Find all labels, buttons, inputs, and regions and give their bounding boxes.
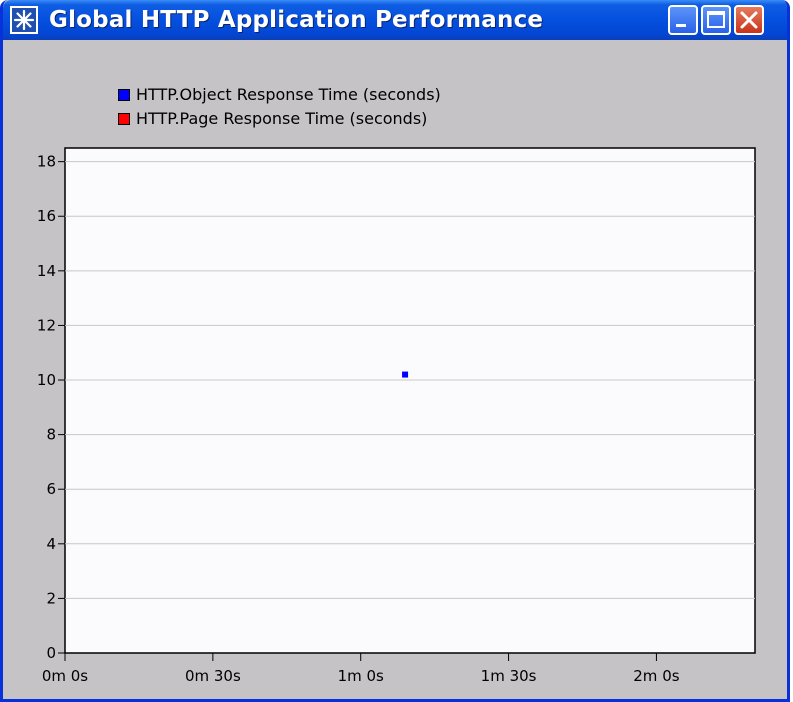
y-tick-label: 0 — [46, 644, 56, 662]
y-tick-label: 4 — [46, 535, 56, 553]
x-tick-label: 2m 0s — [633, 667, 679, 685]
y-tick-label: 12 — [37, 316, 56, 334]
x-tick-label: 0m 0s — [42, 667, 88, 685]
y-tick-label: 18 — [37, 153, 56, 171]
chart-svg: 0 2 4 6 8 10 12 14 16 18 0m 0s 0m 30s 1m 0s 1m 30s 2m… — [37, 147, 756, 685]
plot-area — [64, 147, 756, 654]
chart-window: Global HTTP Application Performance HTTP… — [0, 0, 790, 702]
x-tick-label: 0m 30s — [185, 667, 241, 685]
x-axis: 0m 0s 0m 30s 1m 0s 1m 30s 2m 0s — [42, 653, 680, 685]
y-axis: 0 2 4 6 8 10 12 14 16 18 — [37, 153, 65, 662]
y-tick-label: 6 — [46, 480, 56, 498]
y-tick-label: 14 — [37, 262, 56, 280]
x-tick-label: 1m 30s — [481, 667, 537, 685]
y-tick-label: 8 — [46, 426, 56, 444]
y-tick-label: 2 — [46, 589, 56, 607]
data-point-series-0-0 — [402, 371, 409, 378]
y-tick-label: 10 — [37, 371, 56, 389]
data-points — [402, 371, 409, 378]
y-tick-label: 16 — [37, 207, 56, 225]
x-tick-label: 1m 0s — [338, 667, 384, 685]
